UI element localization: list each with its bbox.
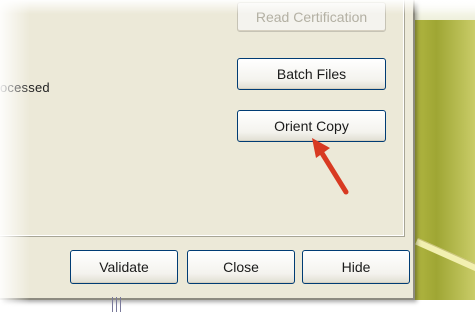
close-button[interactable]: Close bbox=[187, 250, 295, 284]
batch-files-button[interactable]: Batch Files bbox=[237, 58, 386, 90]
read-certification-button[interactable]: Read Certification bbox=[237, 2, 386, 32]
hide-button[interactable]: Hide bbox=[302, 250, 410, 284]
dialog-content-panel: Read Certification Batch Files Orient Co… bbox=[0, 0, 405, 237]
status-text: ocessed bbox=[0, 80, 50, 95]
validate-button[interactable]: Validate bbox=[70, 250, 178, 284]
red-arrow-icon bbox=[312, 138, 349, 195]
background-lines bbox=[112, 297, 126, 312]
